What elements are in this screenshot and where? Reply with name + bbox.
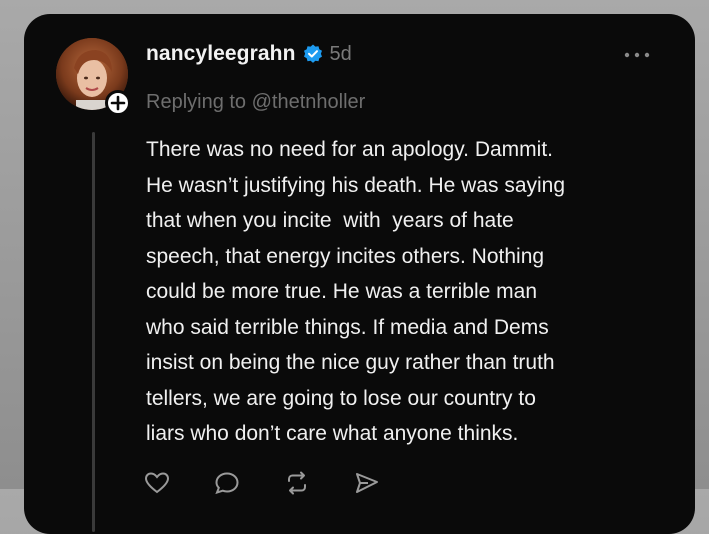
plus-icon (110, 95, 126, 111)
post-body-line: insist on being the nice guy rather than… (146, 351, 555, 374)
post-body-line: He wasn’t justifying his death. He was s… (146, 173, 566, 197)
share-icon (356, 473, 378, 493)
verified-badge-icon (302, 43, 324, 65)
more-icon (624, 52, 650, 58)
post-actions (144, 468, 424, 498)
post-body-line: who said terrible things. If media and D… (146, 315, 549, 339)
repost-button[interactable] (284, 471, 318, 495)
post-card: nancyleegrahn 5d Replying to @thetnholle… (24, 14, 695, 534)
post-body: There was no need for an apology. Dammit… (146, 132, 686, 452)
share-button[interactable] (354, 471, 388, 495)
post-header: nancyleegrahn 5d (146, 40, 352, 68)
follow-button[interactable] (105, 90, 131, 116)
post-body-line: that when you incite with years of hate (146, 209, 514, 232)
post-body-line: speech, that energy incites others. Noth… (146, 244, 545, 268)
post-body-line: There was no need for an apology. Dammit… (146, 138, 553, 161)
heart-icon (144, 472, 170, 494)
comment-icon (215, 472, 239, 495)
like-button[interactable] (144, 471, 178, 495)
username[interactable]: nancyleegrahn (146, 42, 296, 66)
reply-button[interactable] (214, 471, 248, 495)
post-body-line: liars who don’t care what anyone thinks. (146, 422, 519, 445)
post-body-line: could be more true. He was a terrible ma… (146, 280, 538, 303)
repost-icon (288, 471, 306, 495)
post-timestamp: 5d (329, 42, 352, 65)
more-options-button[interactable] (622, 48, 652, 62)
thread-line (92, 132, 95, 532)
replying-to-label[interactable]: Replying to @thetnholler (146, 91, 365, 114)
post-body-line: tellers, we are going to lose our countr… (146, 386, 536, 410)
